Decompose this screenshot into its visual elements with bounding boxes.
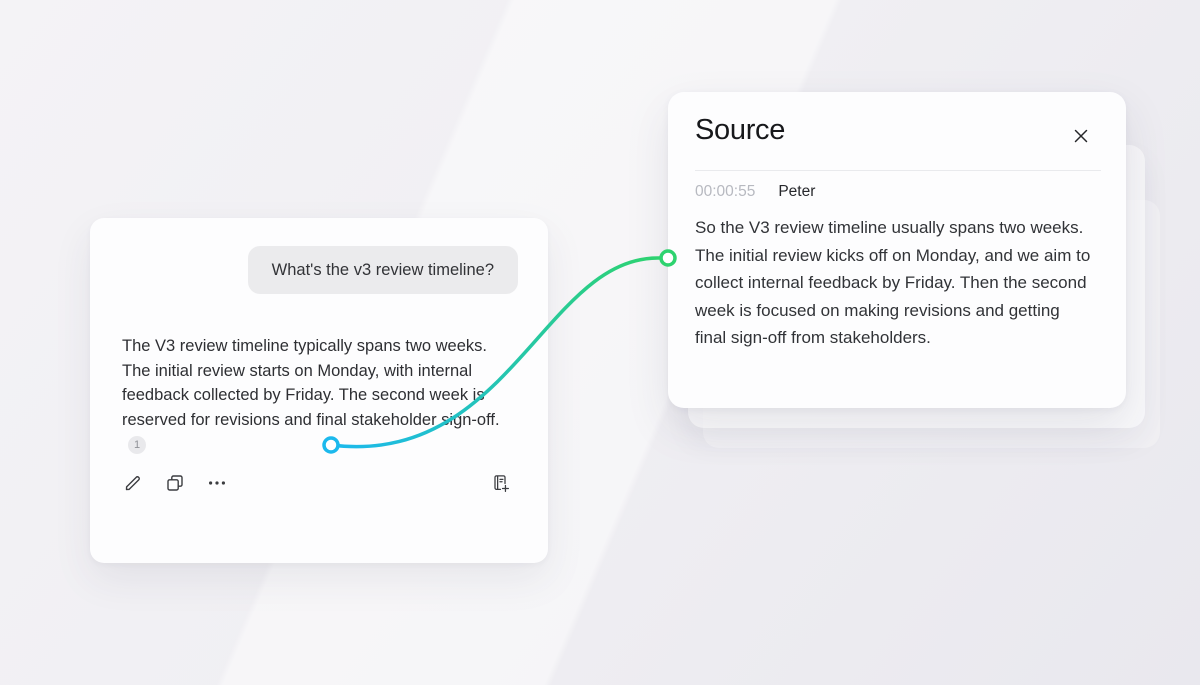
timestamp: 00:00:55 xyxy=(695,182,755,202)
edit-icon[interactable] xyxy=(123,473,143,493)
chat-card: What's the v3 review timeline? The V3 re… xyxy=(90,218,548,563)
message-toolbar xyxy=(123,473,227,493)
more-icon[interactable] xyxy=(207,473,227,493)
assistant-answer: The V3 review timeline typically spans t… xyxy=(122,334,510,457)
speaker-name: Peter xyxy=(778,182,815,202)
citation-badge[interactable]: 1 xyxy=(128,436,146,454)
user-question-text: What's the v3 review timeline? xyxy=(272,261,494,279)
transcript-meta: 00:00:55 Peter xyxy=(695,182,815,202)
close-icon[interactable] xyxy=(1073,128,1089,144)
transcript-text: So the V3 review timeline usually spans … xyxy=(695,214,1093,352)
assistant-answer-text: The V3 review timeline typically spans t… xyxy=(122,337,500,429)
canvas-background: What's the v3 review timeline? The V3 re… xyxy=(0,0,1200,685)
divider xyxy=(695,170,1101,171)
add-to-note-icon[interactable] xyxy=(490,473,510,493)
user-question-bubble: What's the v3 review timeline? xyxy=(248,246,518,294)
copy-icon[interactable] xyxy=(165,473,185,493)
source-panel: Source 00:00:55 Peter So the V3 review t… xyxy=(668,92,1126,408)
source-panel-title: Source xyxy=(695,112,785,148)
